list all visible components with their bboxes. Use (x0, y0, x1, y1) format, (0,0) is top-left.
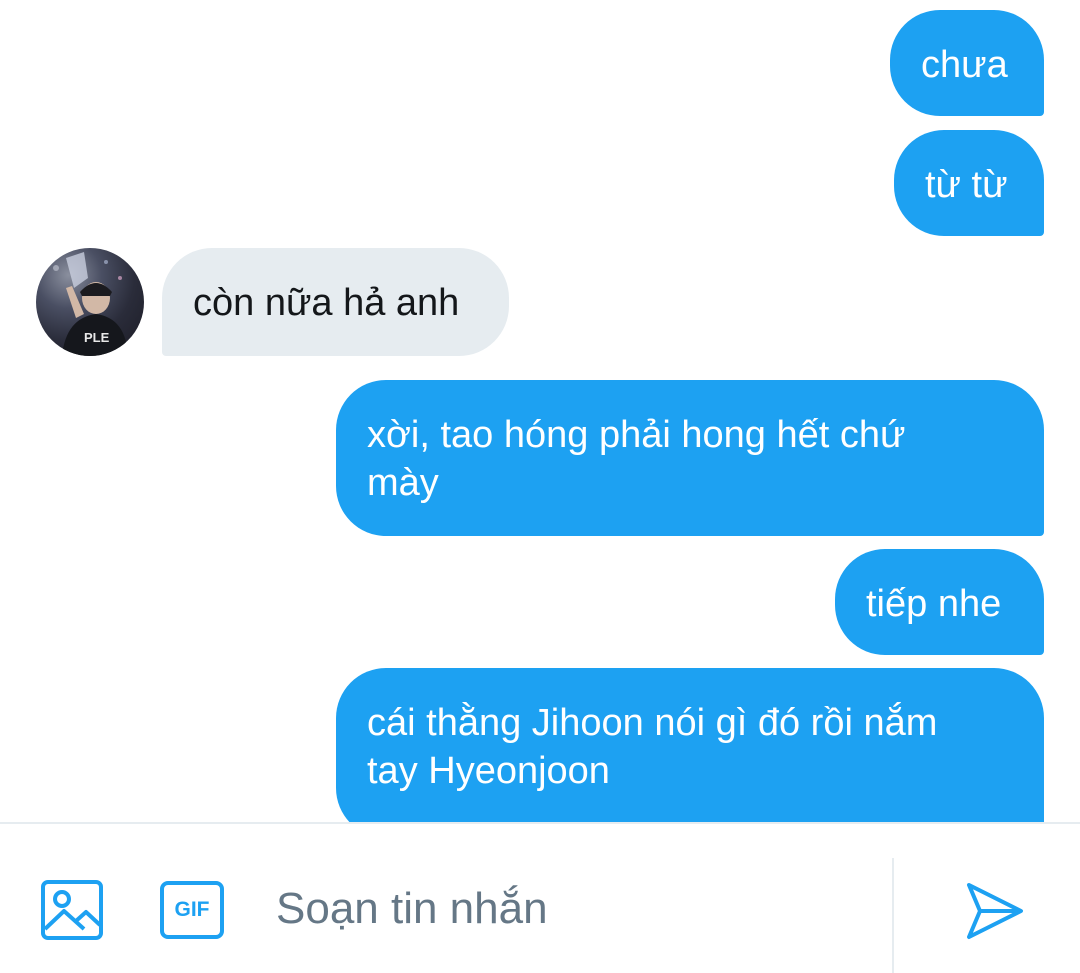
message-input-placeholder: Soạn tin nhắn (276, 884, 548, 933)
message-thread[interactable]: chưa từ từ PLE còn nữa hả anh xời, tao h… (0, 0, 1080, 822)
incoming-message-bubble[interactable]: còn nữa hả anh (162, 248, 509, 356)
outgoing-message-bubble[interactable]: xời, tao hóng phải hong hết chứ mày (336, 380, 1044, 536)
outgoing-message-bubble[interactable]: cái thằng Jihoon nói gì đó rồi nắm tay H… (336, 668, 1044, 822)
contact-avatar[interactable]: PLE (36, 248, 144, 356)
outgoing-message-bubble[interactable]: từ từ (894, 130, 1044, 236)
gif-label: GIF (174, 898, 210, 921)
message-input[interactable]: Soạn tin nhắn (276, 874, 866, 944)
dm-conversation-screen: chưa từ từ PLE còn nữa hả anh xời, tao h… (0, 0, 1080, 973)
gif-button[interactable]: GIF (160, 881, 224, 939)
image-icon[interactable] (40, 879, 104, 941)
message-composer: GIF Soạn tin nhắn (0, 822, 1080, 973)
outgoing-message-bubble[interactable]: chưa (890, 10, 1044, 116)
send-icon[interactable] (964, 880, 1026, 942)
svg-text:PLE: PLE (84, 330, 110, 345)
avatar-photo-icon: PLE (53, 252, 128, 356)
outgoing-message-bubble[interactable]: tiếp nhe (835, 549, 1044, 655)
composer-divider (892, 858, 894, 973)
